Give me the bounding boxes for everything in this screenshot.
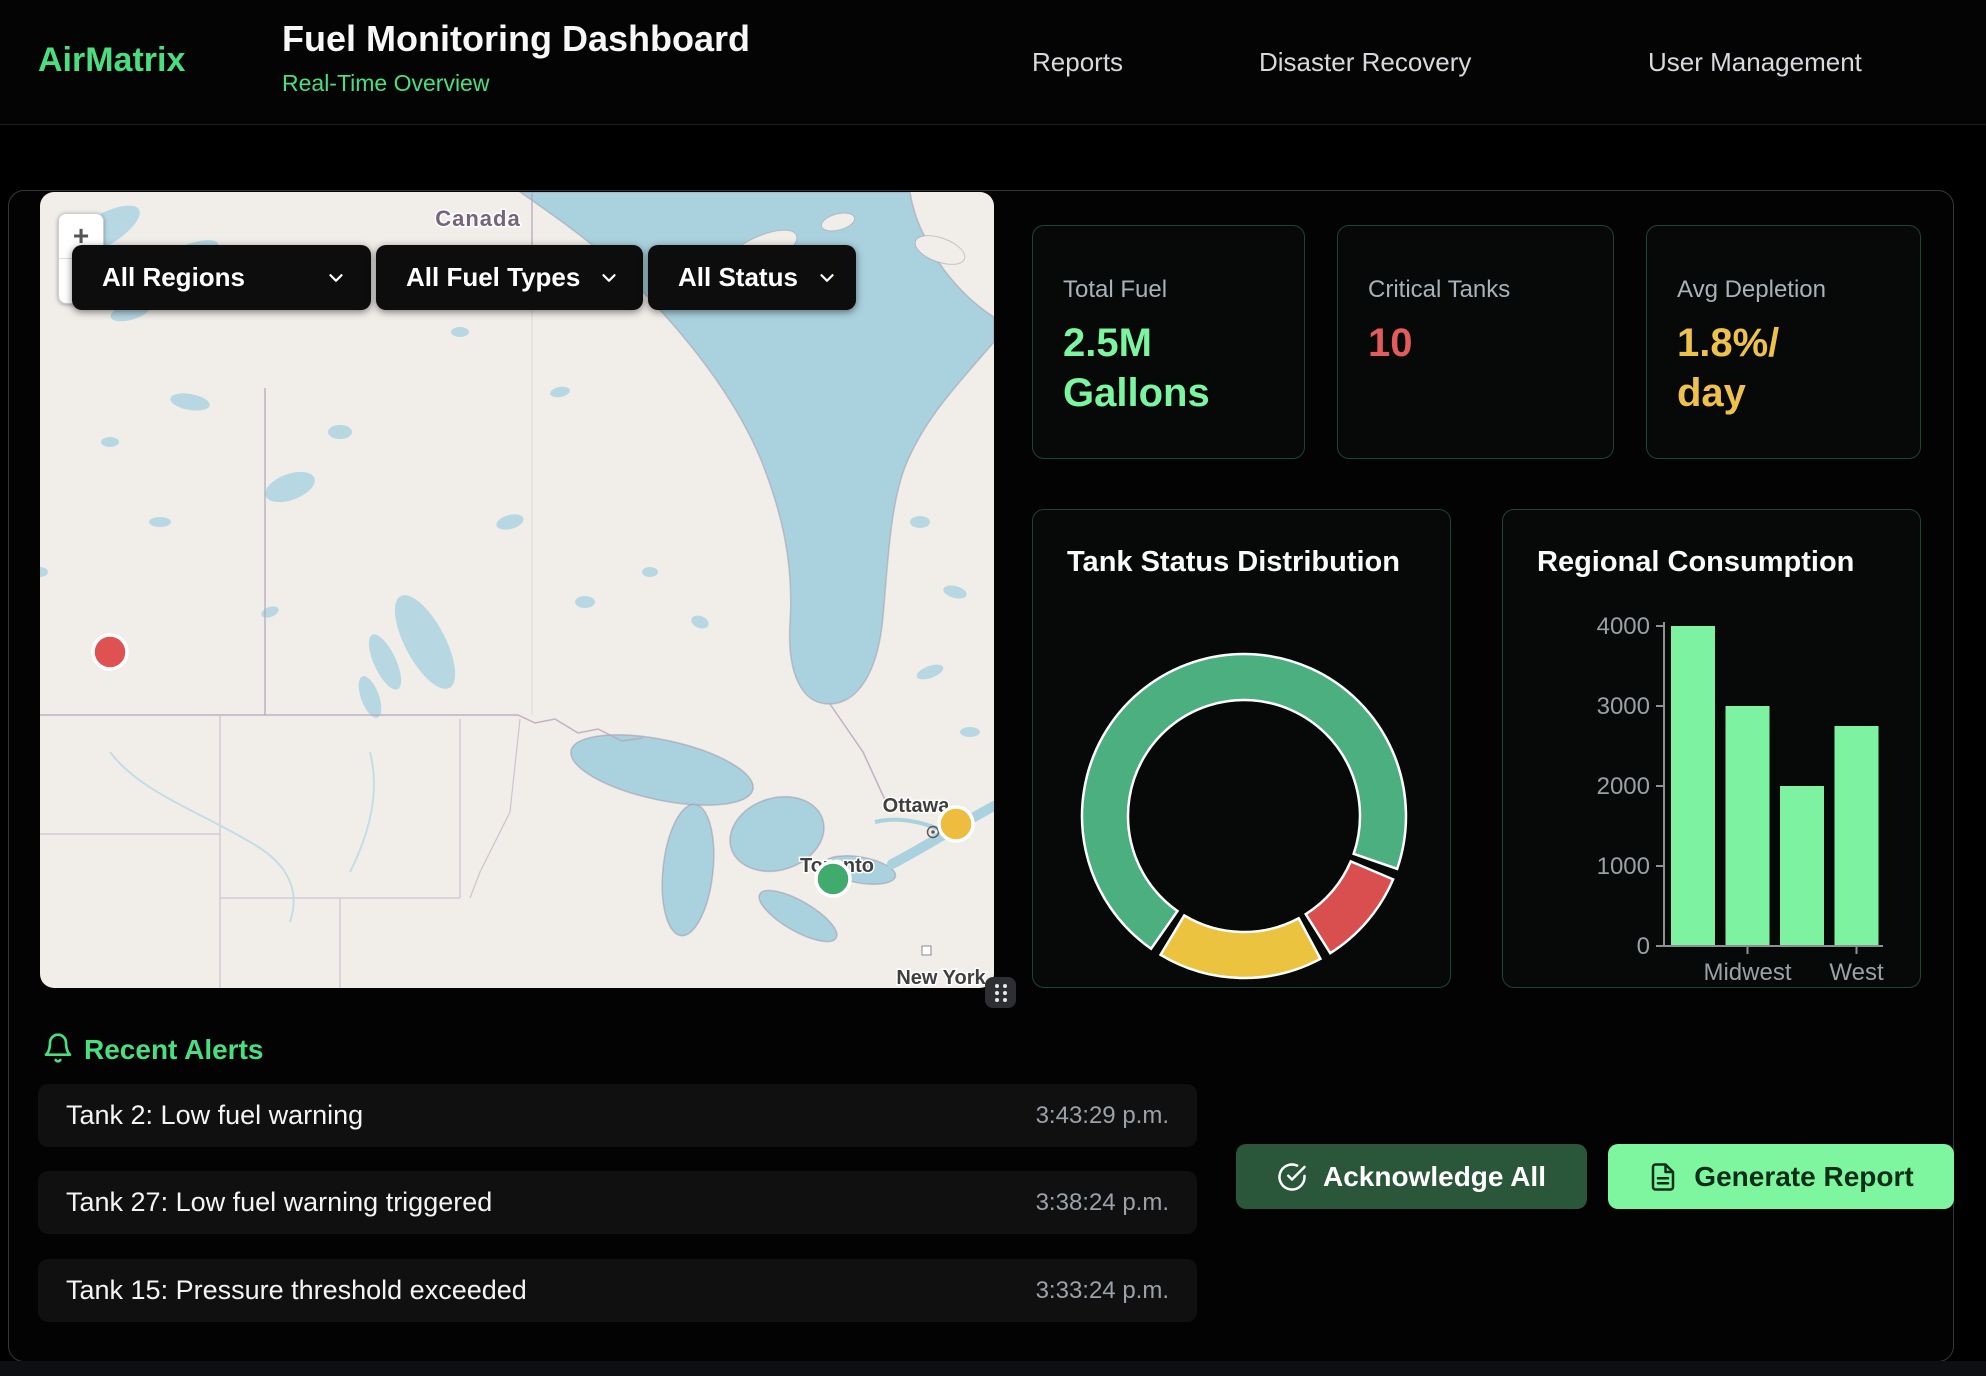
alert-row: Tank 15: Pressure threshold exceeded 3:3… (38, 1259, 1197, 1322)
stat-label: Avg Depletion (1677, 276, 1920, 304)
chevron-down-icon (325, 267, 347, 289)
alert-row: Tank 2: Low fuel warning 3:43:29 p.m. (38, 1084, 1197, 1147)
bar-West (1835, 726, 1879, 946)
svg-text:Ottawa: Ottawa (883, 795, 951, 817)
status-filter-select[interactable]: All Status (648, 245, 856, 310)
stat-value: 2.5M Gallons (1063, 318, 1268, 418)
svg-text:Canada: Canada (435, 206, 520, 231)
bell-icon (42, 1032, 74, 1064)
alert-message: Tank 2: Low fuel warning (66, 1100, 363, 1131)
stat-card-critical-tanks: Critical Tanks 10 (1337, 225, 1614, 459)
map-canvas: CanadaOttawaTorontoNew York (40, 192, 994, 988)
status-filter-value: All Status (678, 262, 798, 293)
tick-label: 4000 (1597, 613, 1650, 640)
fuel-monitoring-dashboard: AirMatrix Fuel Monitoring Dashboard Real… (0, 0, 1986, 1376)
tick-label: 1000 (1597, 853, 1650, 880)
svg-text:New York: New York (896, 967, 986, 988)
tank-marker-warning[interactable] (939, 807, 973, 841)
alert-message: Tank 27: Low fuel warning triggered (66, 1187, 492, 1218)
bar-col0 (1671, 626, 1715, 946)
recent-alerts-heading: Recent Alerts (84, 1034, 263, 1066)
tick-label: 0 (1637, 933, 1650, 960)
stat-label: Total Fuel (1063, 276, 1304, 304)
alert-timestamp: 3:33:24 p.m. (1036, 1277, 1169, 1305)
stat-value: 10 (1368, 318, 1573, 368)
nav-item-user-management[interactable]: User Management (1648, 47, 1862, 78)
region-filter-select[interactable]: All Regions (72, 245, 371, 310)
tank-marker-normal[interactable] (816, 862, 850, 896)
tick-label: 2000 (1597, 773, 1650, 800)
new-york-town-icon (922, 946, 931, 955)
page-title: Fuel Monitoring Dashboard (282, 18, 750, 60)
tank-map[interactable]: CanadaOttawaTorontoNew York (40, 192, 994, 988)
tank-status-donut-chart (1033, 510, 1452, 989)
grip-dots-icon (991, 982, 1011, 1004)
tick-label: Midwest (1703, 959, 1791, 986)
acknowledge-all-button[interactable]: Acknowledge All (1236, 1144, 1587, 1209)
chevron-down-icon (598, 267, 620, 289)
regional-consumption-card: Regional Consumption 01000200030004000Mi… (1502, 509, 1921, 988)
generate-report-label: Generate Report (1694, 1161, 1913, 1193)
stat-card-total-fuel: Total Fuel 2.5M Gallons (1032, 225, 1305, 459)
tick-label: West (1829, 959, 1884, 986)
fuel-type-filter-select[interactable]: All Fuel Types (376, 245, 643, 310)
bar-Midwest (1726, 706, 1770, 946)
donut-segment-red (1306, 861, 1393, 953)
tank-marker-critical[interactable] (93, 635, 127, 669)
app-logo: AirMatrix (38, 41, 185, 80)
stat-label: Critical Tanks (1368, 276, 1613, 304)
tank-status-distribution-card: Tank Status Distribution (1032, 509, 1451, 988)
regional-consumption-bar-chart: 0 1000 2000 3000 4000 Midwest West (1503, 510, 1922, 989)
generate-report-button[interactable]: Generate Report (1608, 1144, 1954, 1209)
map-resize-handle[interactable] (985, 977, 1016, 1008)
donut-segment-yellow (1161, 915, 1321, 978)
page-subtitle: Real-Time Overview (282, 70, 489, 97)
fuel-type-filter-value: All Fuel Types (406, 262, 580, 293)
nav-item-disaster-recovery[interactable]: Disaster Recovery (1259, 47, 1471, 78)
alert-timestamp: 3:43:29 p.m. (1036, 1102, 1169, 1130)
acknowledge-all-label: Acknowledge All (1323, 1161, 1546, 1193)
bottom-strip (0, 1361, 1986, 1376)
nav-item-reports[interactable]: Reports (1032, 47, 1123, 78)
alert-timestamp: 3:38:24 p.m. (1036, 1189, 1169, 1217)
chevron-down-icon (816, 267, 838, 289)
check-circle-icon (1277, 1162, 1307, 1192)
tick-label: 3000 (1597, 693, 1650, 720)
header-bar: AirMatrix Fuel Monitoring Dashboard Real… (0, 0, 1986, 125)
region-filter-value: All Regions (102, 262, 245, 293)
alert-message: Tank 15: Pressure threshold exceeded (66, 1275, 527, 1306)
alert-row: Tank 27: Low fuel warning triggered 3:38… (38, 1171, 1197, 1234)
stat-value: 1.8%/day (1677, 318, 1797, 418)
bar-col2 (1780, 786, 1824, 946)
stat-card-avg-depletion: Avg Depletion 1.8%/day (1646, 225, 1921, 459)
file-text-icon (1648, 1162, 1678, 1192)
